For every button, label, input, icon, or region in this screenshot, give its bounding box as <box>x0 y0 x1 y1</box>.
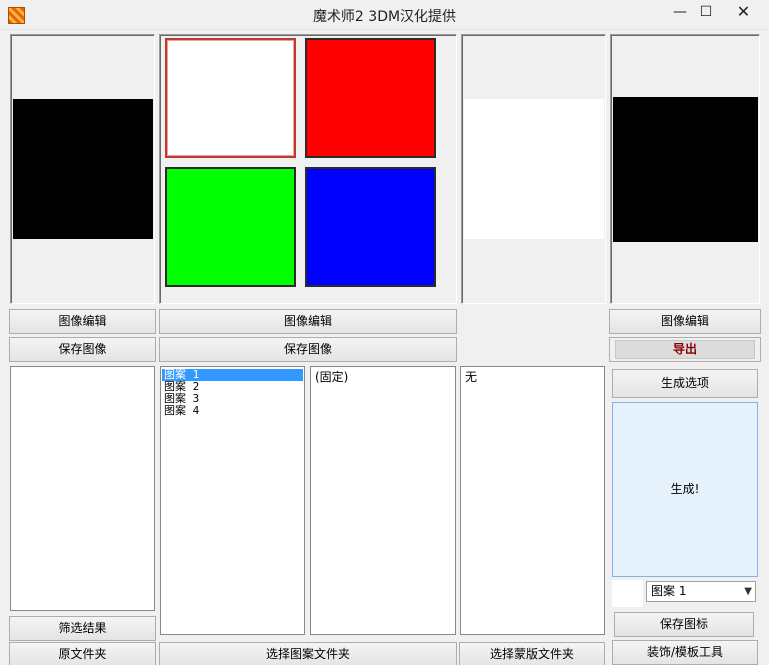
swatch-blue[interactable] <box>305 167 436 287</box>
pattern-select[interactable]: 图案 1 ▼ <box>646 581 756 602</box>
select-mask-folder-button[interactable]: 选择蒙版文件夹 <box>459 642 605 665</box>
pattern-list-item[interactable]: 图案 4 <box>162 405 303 417</box>
col2-save-image-button[interactable]: 保存图像 <box>159 337 457 362</box>
chevron-down-icon: ▼ <box>744 586 752 597</box>
export-button[interactable]: 导出 <box>609 337 761 362</box>
pattern-preview-thumb <box>612 580 643 607</box>
result-image <box>613 97 758 242</box>
source-image-preview <box>10 34 155 304</box>
mask-list-item[interactable]: 无 <box>463 370 602 384</box>
fixed-list-item[interactable]: (固定) <box>313 370 453 384</box>
result-image-preview <box>610 34 760 304</box>
mask-image-preview <box>461 34 606 304</box>
col1-save-image-button[interactable]: 保存图像 <box>9 337 156 362</box>
filter-results-list[interactable] <box>10 366 155 611</box>
pattern-list[interactable]: 图案 1 图案 2 图案 3 图案 4 <box>160 366 305 635</box>
col2-image-edit-button[interactable]: 图像编辑 <box>159 309 457 334</box>
pattern-select-value: 图案 1 <box>651 584 687 598</box>
save-icon-button[interactable]: 保存图标 <box>614 612 754 637</box>
fixed-list[interactable]: (固定) <box>310 366 456 635</box>
select-pattern-folder-button[interactable]: 选择图案文件夹 <box>159 642 457 665</box>
swatch-green[interactable] <box>165 167 296 287</box>
col1-image-edit-button[interactable]: 图像编辑 <box>9 309 156 334</box>
source-folder-button[interactable]: 原文件夹 <box>9 642 156 665</box>
mask-list[interactable]: 无 <box>460 366 605 635</box>
swatch-white[interactable] <box>165 38 296 158</box>
generate-button[interactable]: 生成! <box>612 402 758 577</box>
window-title: 魔术师2 3DM汉化提供 <box>312 9 457 25</box>
swatch-red[interactable] <box>305 38 436 158</box>
export-label: 导出 <box>615 340 755 359</box>
close-button[interactable]: ✕ <box>720 0 767 26</box>
generate-options-button[interactable]: 生成选项 <box>612 369 758 398</box>
mask-image <box>464 99 604 239</box>
filter-results-button[interactable]: 筛选结果 <box>9 616 156 641</box>
maximize-button[interactable]: ☐ <box>689 0 723 26</box>
decor-template-tools-button[interactable]: 装饰/模板工具 <box>612 640 758 665</box>
source-image <box>13 99 153 239</box>
col5-image-edit-button[interactable]: 图像编辑 <box>609 309 761 334</box>
title-bar: 魔术师2 3DM汉化提供 — ☐ ✕ <box>0 0 769 30</box>
